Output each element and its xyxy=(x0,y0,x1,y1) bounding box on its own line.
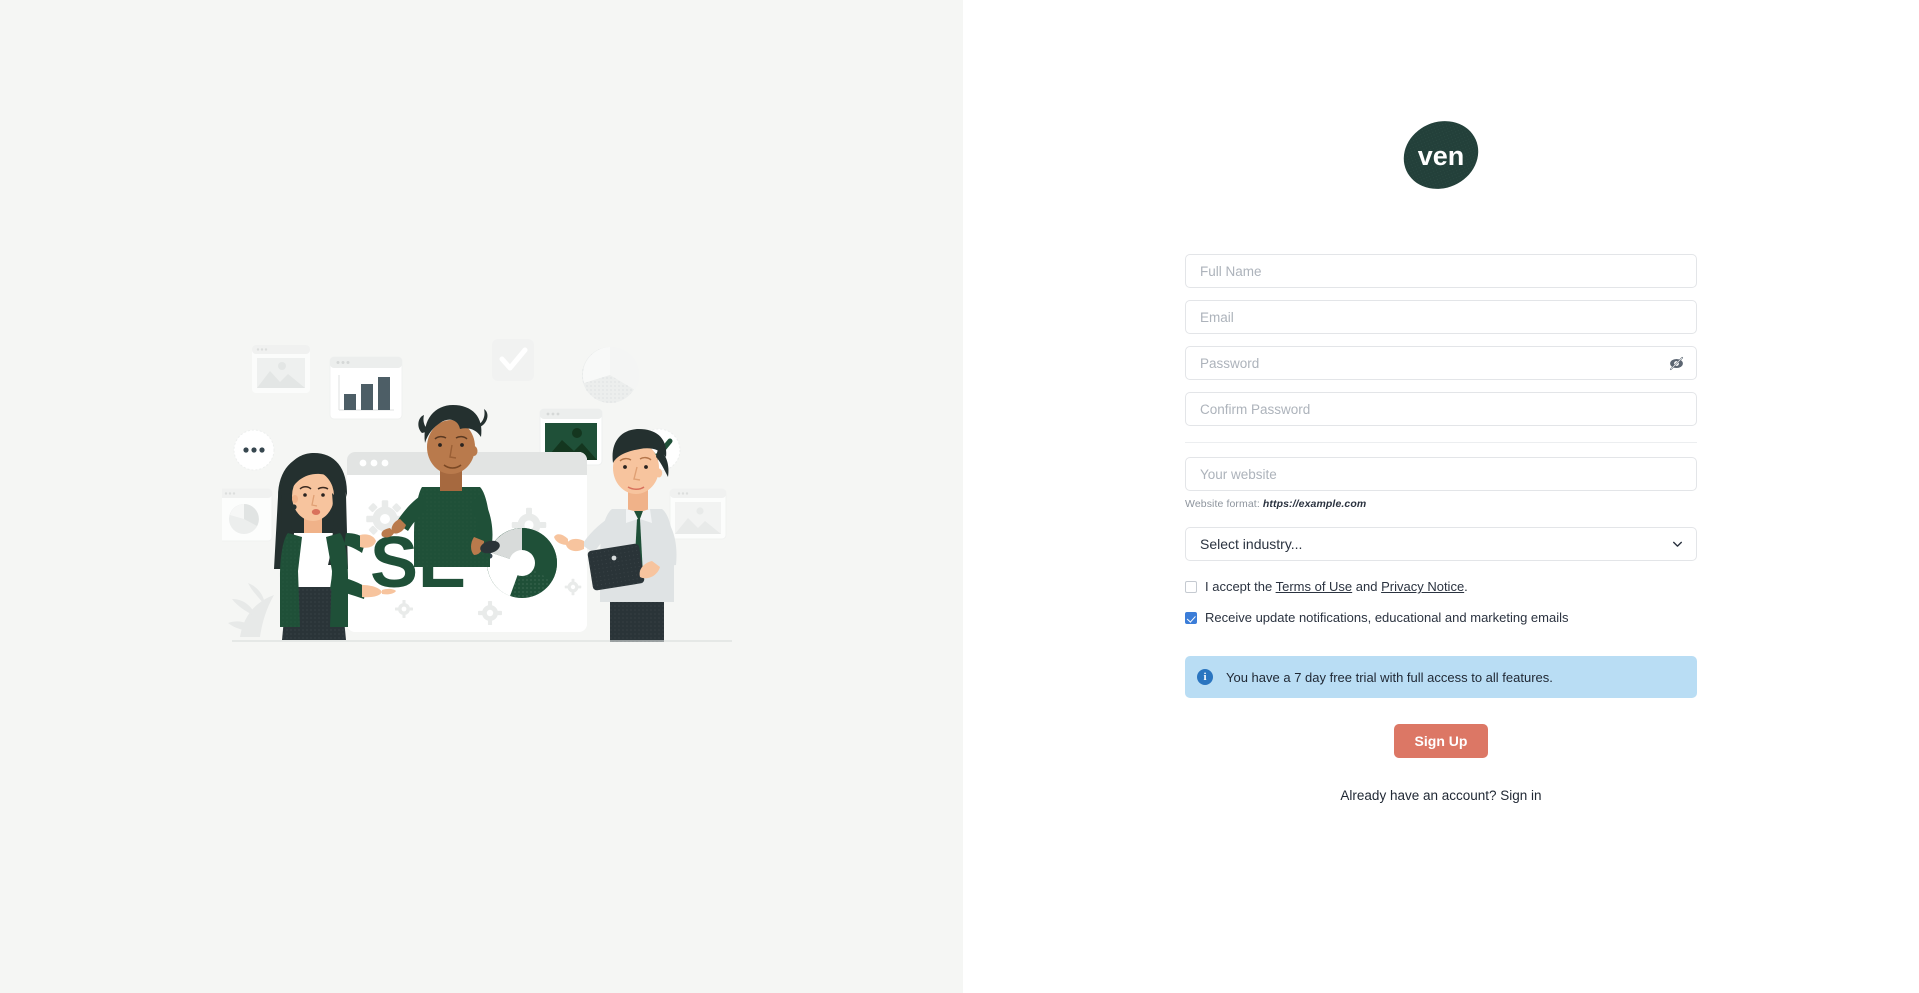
website-input[interactable] xyxy=(1185,457,1697,491)
signup-form: ven Full Name Email Password Confirm Pas… xyxy=(1185,118,1697,803)
password-field-row xyxy=(1185,346,1697,380)
terms-suffix: . xyxy=(1464,579,1468,594)
section-divider xyxy=(1185,442,1697,443)
eye-slash-icon xyxy=(1669,356,1683,370)
marketing-consent-row: Receive update notifications, educationa… xyxy=(1185,611,1697,624)
email-input[interactable] xyxy=(1185,300,1697,334)
trial-info-banner: i You have a 7 day free trial with full … xyxy=(1185,656,1697,698)
full-name-input[interactable] xyxy=(1185,254,1697,288)
brand-logo: ven xyxy=(1185,118,1697,192)
signup-page: SE xyxy=(0,0,1919,993)
ven-logo-icon: ven xyxy=(1403,121,1479,189)
confirm-password-input[interactable] xyxy=(1185,392,1697,426)
submit-row: Sign Up xyxy=(1185,724,1697,758)
industry-select[interactable]: Select industry... xyxy=(1185,527,1697,561)
industry-selected-label: Select industry... xyxy=(1200,536,1303,552)
website-format-hint: Website format: https://example.com xyxy=(1185,498,1697,510)
terms-prefix: I accept the xyxy=(1205,579,1276,594)
sign-in-link[interactable]: Already have an account? Sign in xyxy=(1185,788,1697,803)
consent-checkboxes: I accept the Terms of Use and Privacy No… xyxy=(1185,580,1697,642)
chat-bubble-icon xyxy=(233,429,274,470)
website-hint-label: Website format: xyxy=(1185,498,1260,510)
illustration-panel: SE xyxy=(0,0,963,993)
signup-form-panel: ven Full Name Email Password Confirm Pas… xyxy=(963,0,1919,993)
logo-text: ven xyxy=(1418,141,1465,171)
pie-chart-decor xyxy=(581,346,639,403)
toggle-password-visibility-button[interactable] xyxy=(1667,354,1685,372)
terms-consent-row: I accept the Terms of Use and Privacy No… xyxy=(1185,580,1697,593)
seo-teamwork-illustration: SE xyxy=(221,338,732,642)
terms-consent-label: I accept the Terms of Use and Privacy No… xyxy=(1205,580,1468,593)
industry-select-row: Select industry... xyxy=(1185,527,1697,561)
terms-of-use-link[interactable]: Terms of Use xyxy=(1276,579,1353,594)
sign-up-button[interactable]: Sign Up xyxy=(1393,724,1489,758)
password-input[interactable] xyxy=(1185,346,1697,380)
website-hint-example: https://example.com xyxy=(1262,498,1367,510)
privacy-notice-link[interactable]: Privacy Notice xyxy=(1381,579,1464,594)
terms-middle: and xyxy=(1352,579,1382,594)
plant-silhouette xyxy=(227,582,274,637)
info-circle-icon: i xyxy=(1197,669,1213,685)
terms-checkbox[interactable] xyxy=(1185,580,1197,593)
marketing-checkbox[interactable] xyxy=(1185,611,1197,624)
trial-info-text: You have a 7 day free trial with full ac… xyxy=(1226,669,1553,685)
marketing-consent-label: Receive update notifications, educationa… xyxy=(1205,610,1569,625)
